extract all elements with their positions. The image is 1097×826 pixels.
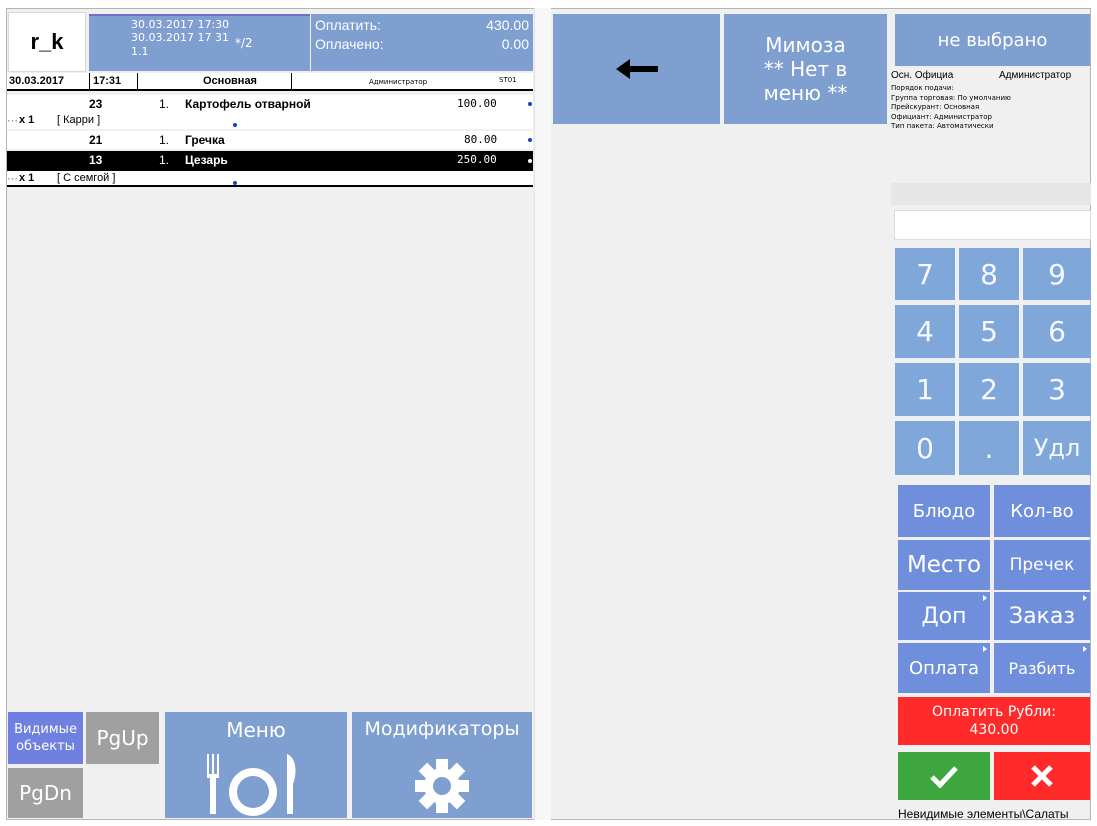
modifiers-label: Модификаторы [364,718,520,740]
order-list[interactable]: 30.03.2017 17:31 Основная Администратор … [7,73,533,703]
precheck-button[interactable]: Пречек [994,540,1090,590]
ok-button[interactable] [898,752,990,800]
modifier-name: [ С семгой ] [57,172,116,184]
order-info-panel: Осн. Официа Администратор Порядок подачи… [891,70,1091,150]
order-row-selected[interactable]: 13 1. Цезарь 250.00 [7,151,533,171]
item-name: Гречка [185,133,225,147]
cancel-button[interactable] [994,752,1090,800]
modifier-qty: x 1 [19,172,35,184]
key-5[interactable]: 5 [959,305,1019,358]
place-button[interactable]: Место [898,540,990,590]
order-time: 17:31 [93,75,122,87]
key-6[interactable]: 6 [1023,305,1091,358]
order-button[interactable]: Заказ [994,592,1090,640]
not-selected-button[interactable]: не выбрано [895,14,1090,66]
item-qty: 1. [159,133,170,147]
category-line3: меню ** [763,81,848,105]
plate-icon [207,754,296,816]
status-path: Невидимые элементы\Салаты [898,807,1069,821]
table-info-panel[interactable]: 30.03.2017 17:30 30.03.2017 17 31 1.1 */… [89,14,310,71]
info-line: Прейскурант: Основная [891,103,980,111]
item-code: 23 [89,97,103,111]
split-button[interactable]: Разбить [994,643,1090,693]
item-qty: 1. [159,153,170,167]
modifier-qty: x 1 [19,114,35,126]
key-8[interactable]: 8 [959,248,1019,300]
extra-button[interactable]: Доп [898,592,990,640]
order-row[interactable]: 23 1. Картофель отварной 100.00 [7,95,533,113]
category-line1: Мимоза [765,33,846,57]
gear-icon [415,759,469,813]
info-line: Тип пакета: Автоматически [891,122,994,130]
info-line: Порядок подачи: [891,84,954,92]
checkmark-icon [930,766,958,788]
menu-label: Меню [226,718,286,742]
key-0[interactable]: 0 [895,421,955,475]
pay-rubles-button[interactable]: Оплатить Рубли: 430.00 [898,697,1090,745]
quantity-button[interactable]: Кол-во [994,485,1090,537]
dish-button[interactable]: Блюдо [898,485,990,537]
key-7[interactable]: 7 [895,248,955,300]
key-3[interactable]: 3 [1023,363,1091,416]
arrow-left-icon [615,59,658,79]
info-line: Официант: Администратор [891,113,992,121]
pgdn-button[interactable]: PgDn [8,768,83,818]
category-mimosa-button[interactable]: Мимоза ** Нет в меню ** [724,14,887,124]
item-price: 80.00 [464,133,498,146]
spacer-bar [891,183,1091,205]
modifier-name: [ Карри ] [57,114,101,126]
item-name: Цезарь [185,153,228,167]
pay-label: Оплатить: [315,17,381,33]
order-station: ST01 [499,76,517,84]
numeric-input[interactable] [894,210,1091,240]
admin-label: Администратор [999,70,1072,81]
order-date: 30.03.2017 [9,75,65,87]
logo: r_k [8,12,86,72]
item-name: Картофель отварной [185,97,311,111]
payment-button[interactable]: Оплата [898,643,990,693]
modifier-row[interactable]: ⋯ x 1 [ С семгой ] [7,171,533,187]
order-waiter: Администратор [369,78,428,86]
item-code: 13 [89,153,103,167]
order-row[interactable]: 21 1. Гречка 80.00 [7,131,533,149]
category-line2: ** Нет в [763,57,848,81]
pgup-button[interactable]: PgUp [86,712,159,764]
order-menu: Основная [203,75,257,87]
item-code: 21 [89,133,103,147]
paid-label: Оплачено: [315,36,384,52]
key-1[interactable]: 1 [895,363,955,416]
pay-value: 430.00 [486,17,529,33]
panel-divider [534,8,551,820]
key-4[interactable]: 4 [895,305,955,358]
pay-rubles-amount: 430.00 [969,722,1019,738]
item-price: 100.00 [457,97,497,110]
modifier-row[interactable]: ⋯ x 1 [ Карри ] [7,113,533,129]
key-9[interactable]: 9 [1023,248,1091,300]
delete-key[interactable]: Удл [1023,421,1091,475]
close-icon [1031,765,1053,787]
menu-button[interactable]: Меню [165,712,347,818]
paid-value: 0.00 [501,36,529,52]
datetime-now: 30.03.2017 17 31 [131,31,229,44]
visible-objects-button[interactable]: Видимые объекты [8,712,83,764]
modifiers-button[interactable]: Модификаторы [352,712,532,818]
guests-count: */2 [235,36,253,50]
pay-rubles-label: Оплатить Рубли: [932,704,1056,720]
item-price: 250.00 [457,153,497,166]
item-qty: 1. [159,97,170,111]
officer-short: Осн. Официа [891,70,954,81]
payment-summary: Оплатить: 430.00 Оплачено: 0.00 [311,14,533,71]
info-line: Группа торговая: По умолчанию [891,94,1011,102]
back-button[interactable] [553,14,720,124]
order-header: 30.03.2017 17:31 Основная Администратор … [7,73,533,91]
key-2[interactable]: 2 [959,363,1019,416]
datetime-open: 30.03.2017 17:30 [131,18,230,31]
table-number: 1.1 [131,45,149,58]
key-dot[interactable]: . [959,421,1019,475]
